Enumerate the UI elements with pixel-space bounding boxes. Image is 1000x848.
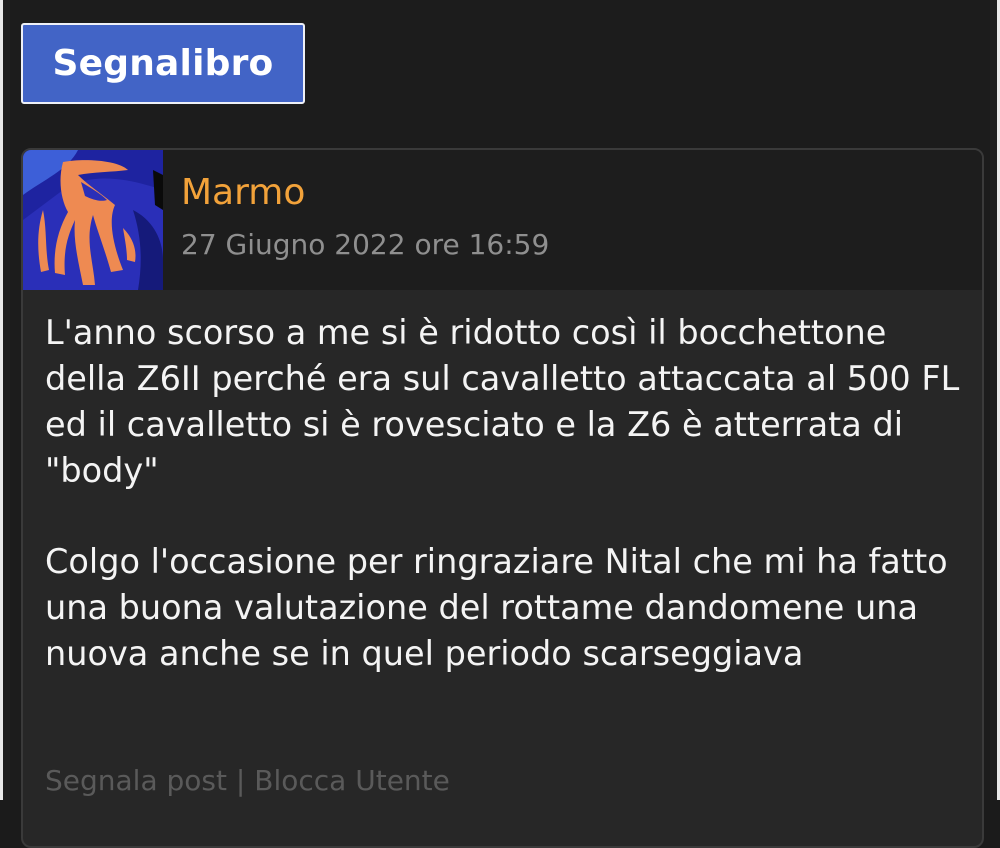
post-card: Marmo 27 Giugno 2022 ore 16:59 L'anno sc…: [21, 148, 984, 848]
post-paragraph: Colgo l'occasione per ringraziare Nital …: [45, 542, 948, 673]
post-date: 27 Giugno 2022 ore 16:59: [181, 228, 550, 261]
block-user-link[interactable]: Blocca Utente: [254, 764, 450, 797]
post-header: Marmo 27 Giugno 2022 ore 16:59: [23, 150, 982, 290]
bookmark-button[interactable]: Segnalibro: [21, 23, 305, 104]
post-body: L'anno scorso a me si è ridotto così il …: [45, 310, 965, 722]
actions-separator: |: [235, 764, 246, 797]
post-author[interactable]: Marmo: [181, 172, 305, 213]
post-actions: Segnala post | Blocca Utente: [45, 764, 450, 797]
page-frame: Segnalibro Marmo 27 Giugno 2022 ore 16:5…: [0, 0, 1000, 848]
report-post-link[interactable]: Segnala post: [45, 764, 227, 797]
avatar-image: [23, 150, 163, 290]
user-avatar[interactable]: [23, 150, 163, 290]
post-paragraph: L'anno scorso a me si è ridotto così il …: [45, 313, 960, 490]
